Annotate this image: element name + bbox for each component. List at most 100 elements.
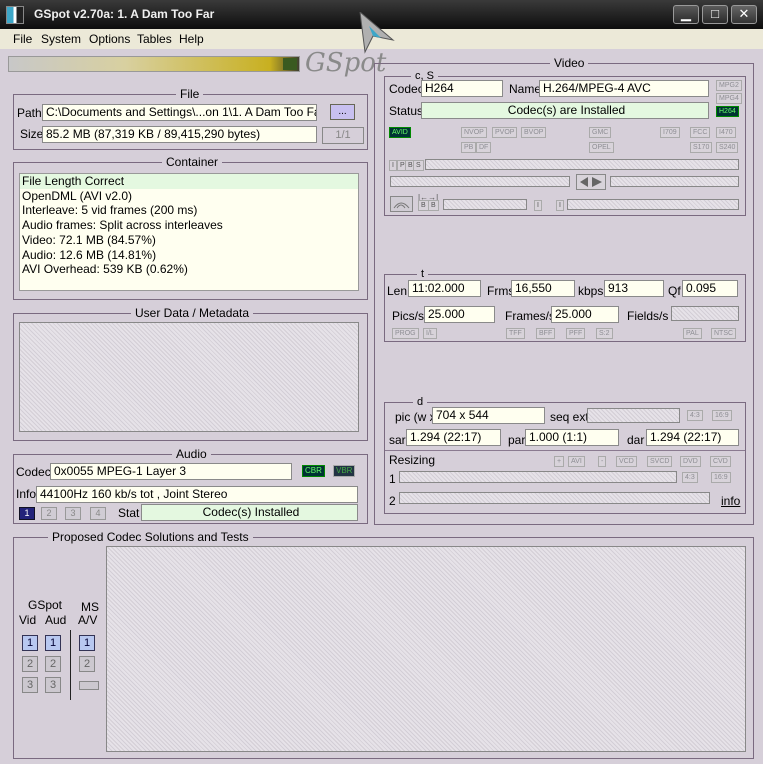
pics-label: Pics/s	[392, 309, 425, 323]
vid-1-button[interactable]: 1	[22, 635, 38, 651]
container-line: Audio frames: Split across interleaves	[22, 218, 223, 233]
par-label: par	[508, 433, 526, 447]
aud-1-button[interactable]: 1	[45, 635, 61, 651]
path-field[interactable]: C:\Documents and Settings\...on 1\1. A D…	[42, 104, 317, 121]
tff-tag: TFF	[506, 328, 525, 339]
kbps-label: kbps	[578, 284, 604, 298]
resize-dvd[interactable]: DVD	[680, 456, 701, 467]
resize-row-1	[399, 471, 677, 483]
sar-label: sar	[389, 433, 406, 447]
audio-stream-1[interactable]: 1	[19, 507, 35, 520]
audio-info-field: 44100Hz 160 kb/s tot , Joint Stereo	[36, 486, 358, 503]
h264-tag: H264	[716, 106, 739, 117]
vid-label: Vid	[19, 613, 37, 627]
info-link[interactable]: info	[721, 494, 740, 508]
container-line: Audio: 12.6 MB (14.81%)	[22, 247, 157, 262]
resize-minus[interactable]: -	[598, 456, 607, 467]
nvop-tag: NVOP	[461, 127, 487, 138]
cursor-logo-icon	[359, 12, 395, 54]
dar-field: 1.294 (22:17)	[646, 429, 739, 446]
container-line: Interleave: 5 vid frames (200 ms)	[22, 203, 198, 218]
progress-strip	[8, 56, 300, 72]
menu-tables[interactable]: Tables	[137, 32, 172, 46]
resize-row-2-label: 2	[389, 494, 396, 508]
vid-2-button[interactable]: 2	[22, 656, 38, 672]
s170-tag: S170	[690, 142, 713, 153]
fields-label: Fields/s	[627, 309, 669, 323]
pvop-tag: PVOP	[492, 127, 518, 138]
audio-stream-2[interactable]: 2	[41, 507, 57, 520]
maximize-button[interactable]: □	[702, 5, 728, 24]
codec-solutions-area	[106, 546, 746, 752]
menu-system[interactable]: System	[41, 32, 81, 46]
aud-2-button[interactable]: 2	[45, 656, 61, 672]
gspot-label: GSpot	[28, 598, 63, 612]
bvop-tag: BVOP	[521, 127, 547, 138]
ii-bar	[567, 199, 739, 210]
window-title: GSpot v2.70a: 1. A Dam Too Far	[34, 7, 215, 21]
kbps-field: 913	[604, 280, 664, 297]
menu-help[interactable]: Help	[179, 32, 204, 46]
resize-cvd[interactable]: CVD	[710, 456, 731, 467]
app-icon[interactable]	[6, 6, 24, 24]
pic-label: pic (w x	[395, 410, 436, 424]
ntsc-tag: NTSC	[711, 328, 737, 339]
i709-tag: I709	[660, 127, 680, 138]
bb-tag-2: B	[428, 200, 439, 211]
seqext-field	[587, 408, 680, 423]
frame-sequence-bar	[425, 159, 739, 170]
resize-svcd[interactable]: SVCD	[647, 456, 673, 467]
fcc-tag: FCC	[690, 127, 711, 138]
close-button[interactable]: ✕	[731, 5, 757, 24]
aud-3-button[interactable]: 3	[45, 677, 61, 693]
bb-bar	[443, 199, 527, 210]
ms-2-button[interactable]: 2	[79, 656, 95, 672]
menu-file[interactable]: File	[13, 32, 32, 46]
audio-stream-3[interactable]: 3	[65, 507, 81, 520]
ms-3-slot	[79, 681, 99, 690]
audio-info-label: Info	[16, 487, 37, 501]
video-status-field: Codec(s) are Installed	[421, 102, 709, 119]
gmc-tag: GMC	[589, 127, 612, 138]
resize-plus[interactable]: +	[554, 456, 565, 467]
ms-1-button[interactable]: 1	[79, 635, 95, 651]
pic-field: 704 x 544	[432, 407, 545, 424]
bff-tag: BFF	[536, 328, 556, 339]
path-label: Path	[17, 106, 42, 120]
framess-label: Frames/s	[505, 309, 556, 323]
resizing-label: Resizing	[389, 453, 436, 467]
browse-button[interactable]: ...	[330, 104, 355, 120]
il-tag: I/L	[423, 328, 437, 339]
column-divider	[70, 630, 71, 700]
vid-3-button[interactable]: 3	[22, 677, 38, 693]
cbr-tag: CBR	[302, 465, 325, 477]
s2-tag: S:2	[596, 328, 613, 339]
resize-avi[interactable]: AVI	[568, 456, 585, 467]
resize-row-2	[399, 492, 710, 504]
video-name-field: H.264/MPEG-4 AVC	[539, 80, 709, 97]
audio-codec-label: Codec	[16, 465, 51, 479]
df-tag: DF	[476, 142, 492, 153]
prog-tag: PROG	[392, 328, 419, 339]
audio-stream-4[interactable]: 4	[90, 507, 106, 520]
row-169-tag: 16:9	[711, 472, 731, 483]
row-43-tag: 4:3	[682, 472, 698, 483]
fields-field	[671, 306, 739, 321]
mpg4-tag: MPG4	[716, 93, 742, 104]
file-section-title: File	[176, 87, 204, 101]
i470-tag: I470	[716, 127, 736, 138]
minimize-button[interactable]: ▁	[673, 5, 699, 24]
gop-bar-left	[390, 176, 570, 187]
resize-vcd[interactable]: VCD	[616, 456, 637, 467]
audio-stat-field: Codec(s) Installed	[141, 504, 358, 521]
gop-bar-right	[610, 176, 739, 187]
avid-tag: AVID	[389, 127, 411, 138]
container-line: File Length Correct	[20, 174, 358, 189]
video-section-title: Video	[550, 56, 589, 70]
ar-43-tag: 4:3	[687, 410, 703, 421]
frame-s-tag: S	[413, 160, 424, 171]
metadata-section-title: User Data / Metadata	[131, 306, 254, 320]
container-line: OpenDML (AVI v2.0)	[22, 188, 133, 203]
menu-options[interactable]: Options	[89, 32, 130, 46]
metadata-area	[19, 322, 359, 432]
